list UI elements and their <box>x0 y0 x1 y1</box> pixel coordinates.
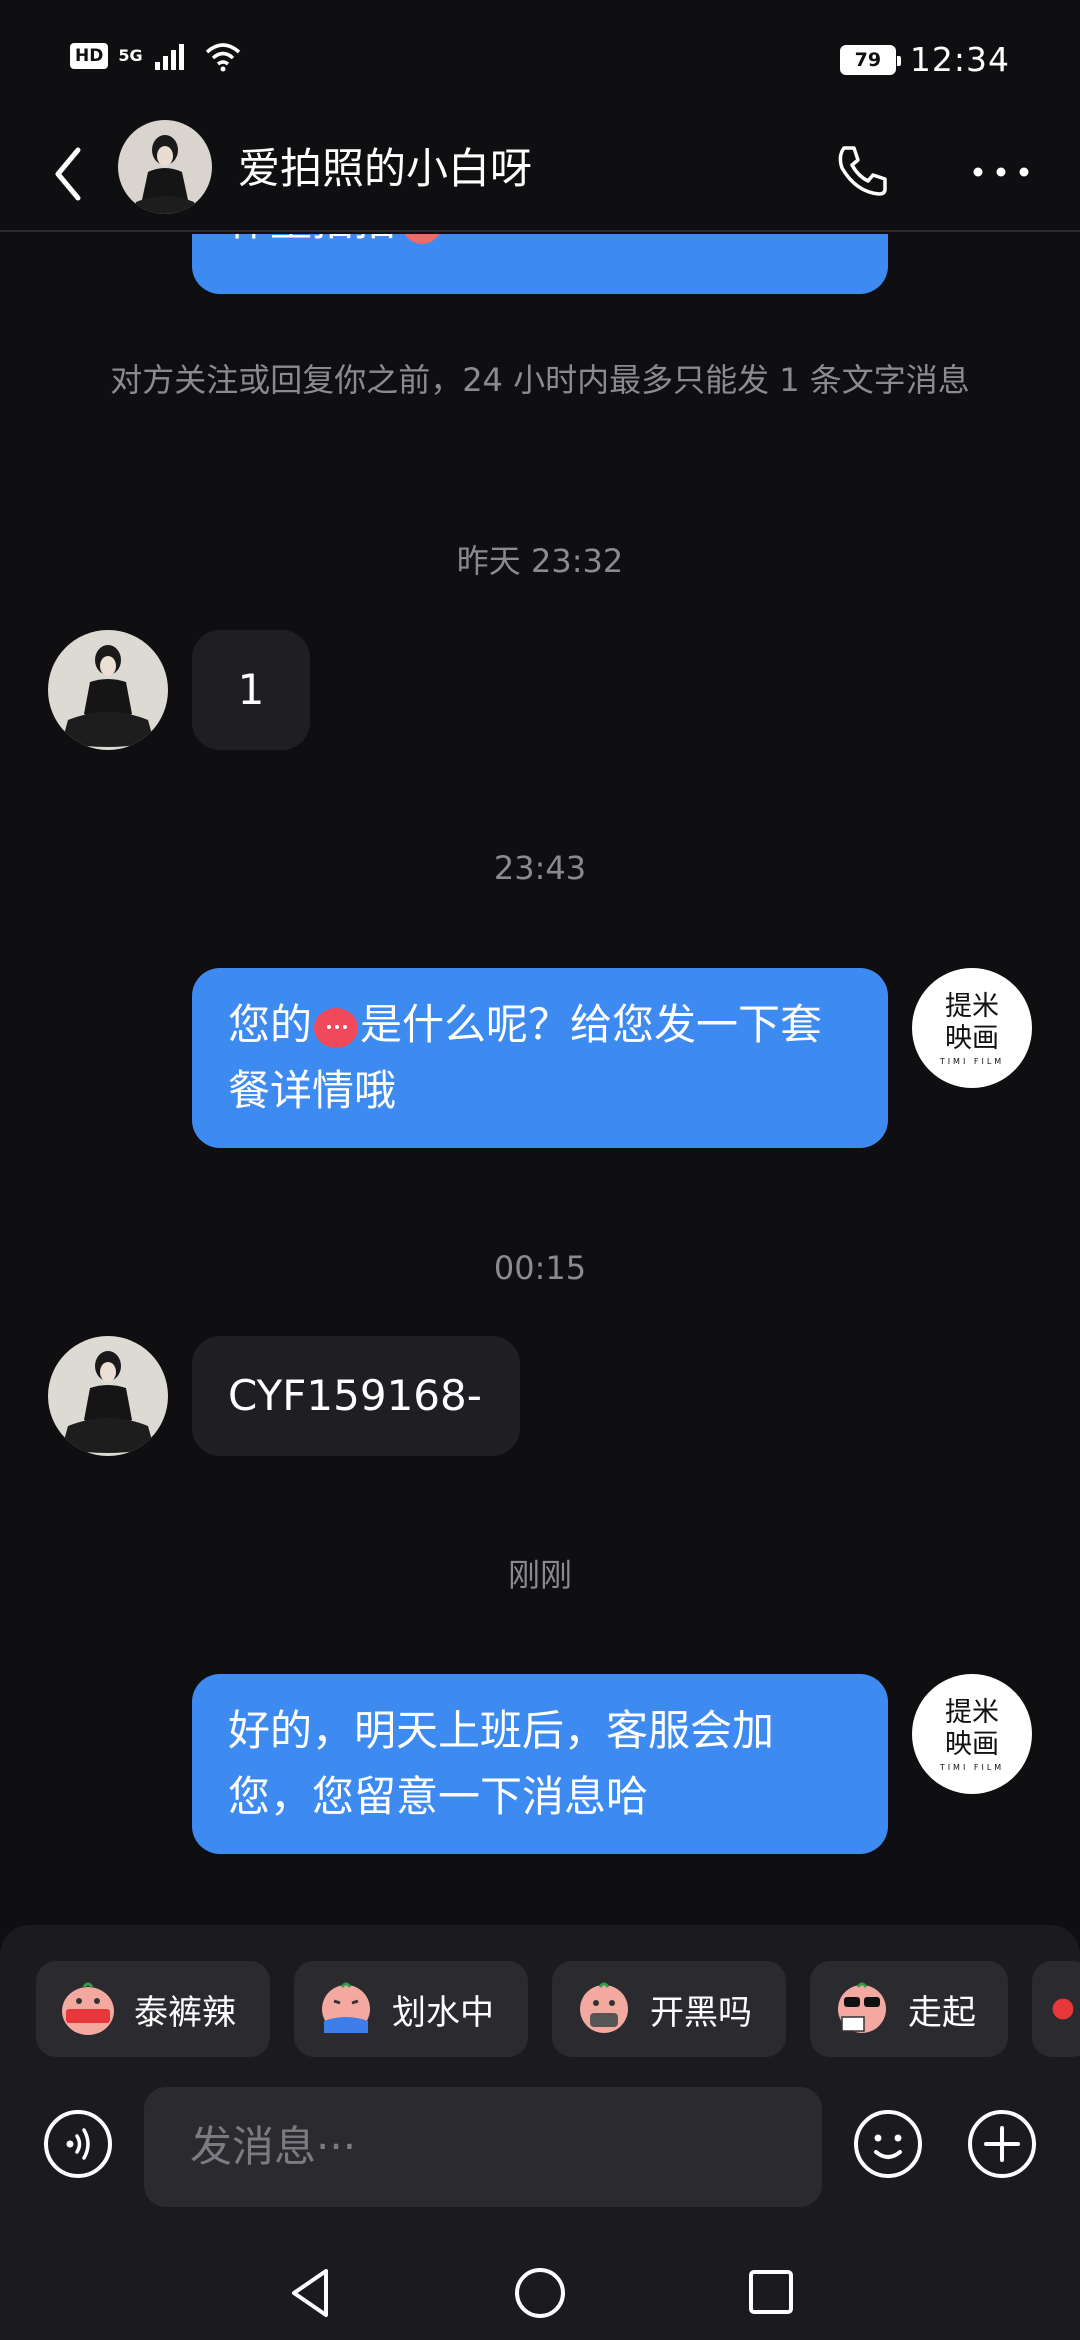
brand-name-line2: 映画 <box>945 1728 999 1760</box>
timestamp: 刚刚 <box>507 1556 572 1594</box>
sunglasses-emoji-icon <box>838 1982 886 2033</box>
wifi-icon <box>205 43 240 72</box>
voice-input-icon[interactable] <box>42 2108 114 2180</box>
cool-emoji-icon <box>62 1982 114 2035</box>
message-bubble-incoming[interactable]: CYF159168- <box>192 1336 520 1456</box>
message-input[interactable]: 发消息··· <box>144 2087 822 2207</box>
sender-avatar[interactable] <box>48 630 168 750</box>
nav-home-icon[interactable] <box>512 2265 568 2321</box>
quick-reply-huashui[interactable]: 划水中 <box>294 1961 528 2057</box>
back-arrow-icon[interactable] <box>48 142 88 206</box>
add-attachment-icon[interactable] <box>966 2108 1038 2180</box>
message-text: 1 <box>237 665 265 714</box>
chat-title: 爱拍照的小白呀 <box>238 144 533 193</box>
composer-panel: 泰裤辣 划水中 开黑吗 走起 发消息··· <box>0 1925 1080 2340</box>
network-indicator: 5G <box>118 46 143 65</box>
timestamp: 00:15 <box>493 1249 587 1287</box>
status-bar: HD 5G 79 12:34 <box>0 0 1080 120</box>
emoji-icon[interactable] <box>852 2108 924 2180</box>
sender-avatar[interactable] <box>48 1336 168 1456</box>
chat-header: 爱拍照的小白呀 <box>0 120 1080 232</box>
brand-subtitle: TIMI FILM <box>939 1762 1005 1772</box>
quick-reply-taikula[interactable]: 泰裤辣 <box>36 1961 270 2057</box>
timestamp: 昨天 23:32 <box>456 542 624 580</box>
brand-subtitle: TIMI FILM <box>939 1056 1005 1066</box>
brand-avatar[interactable]: 提米 映画 TIMI FILM <box>912 968 1032 1088</box>
quick-reply-label: 划水中 <box>392 1992 494 2033</box>
brand-avatar[interactable]: 提米 映画 TIMI FILM <box>912 1674 1032 1794</box>
system-navigation-bar <box>0 2260 1080 2340</box>
quick-reply-label: 泰裤辣 <box>134 1992 236 2033</box>
brand-name-line1: 提米 <box>945 990 999 1022</box>
quick-reply-zouqi[interactable]: 走起 <box>810 1961 1008 2057</box>
message-text: 作量拍拍 <box>228 234 396 245</box>
sticker-emoji-icon <box>402 234 443 244</box>
nav-back-icon[interactable] <box>286 2265 336 2321</box>
signal-icon <box>154 44 184 70</box>
swimming-emoji-icon <box>322 1982 370 2033</box>
chat-bubble-emoji-icon <box>314 1007 359 1048</box>
battery-icon: 79 <box>839 44 901 75</box>
more-options-icon[interactable] <box>966 144 1036 200</box>
status-right: 79 12:34 <box>839 40 1010 79</box>
timestamp: 23:43 <box>493 849 587 887</box>
nav-recents-icon[interactable] <box>746 2267 796 2317</box>
quick-reply-more[interactable] <box>1032 1961 1080 2057</box>
message-bubble-outgoing[interactable]: 您的 是什么呢？给您发一下套餐详情哦 <box>192 968 888 1148</box>
battery-level: 79 <box>854 48 882 71</box>
message-text: 好的，明天上班后，客服会加您，您留意一下消息哈 <box>228 1706 775 1821</box>
system-notice: 对方关注或回复你之前，24 小时内最多只能发 1 条文字消息 <box>110 361 970 399</box>
message-input-placeholder: 发消息··· <box>190 2122 357 2171</box>
contact-avatar[interactable] <box>118 120 212 214</box>
sticker-emoji-icon <box>1052 1998 1074 2020</box>
phone-call-icon[interactable] <box>830 138 894 202</box>
message-bubble-incoming[interactable]: 1 <box>192 630 310 750</box>
gaming-emoji-icon <box>580 1982 628 2033</box>
message-bubble-outgoing[interactable]: 作量拍拍 <box>192 234 888 294</box>
quick-reply-label: 开黑吗 <box>650 1992 752 2033</box>
clipped-region: 作量拍拍 <box>0 234 1080 294</box>
brand-name-line2: 映画 <box>945 1022 999 1054</box>
message-text: CYF159168- <box>228 1371 482 1420</box>
message-text: 您的 <box>228 1000 313 1049</box>
message-bubble-outgoing[interactable]: 好的，明天上班后，客服会加您，您留意一下消息哈 <box>192 1674 888 1854</box>
brand-name-line1: 提米 <box>945 1696 999 1728</box>
clock: 12:34 <box>909 40 1010 79</box>
hd-badge: HD <box>70 43 109 69</box>
quick-reply-label: 走起 <box>908 1992 976 2033</box>
quick-reply-kaihei[interactable]: 开黑吗 <box>552 1961 786 2057</box>
status-left: HD 5G <box>70 40 243 72</box>
